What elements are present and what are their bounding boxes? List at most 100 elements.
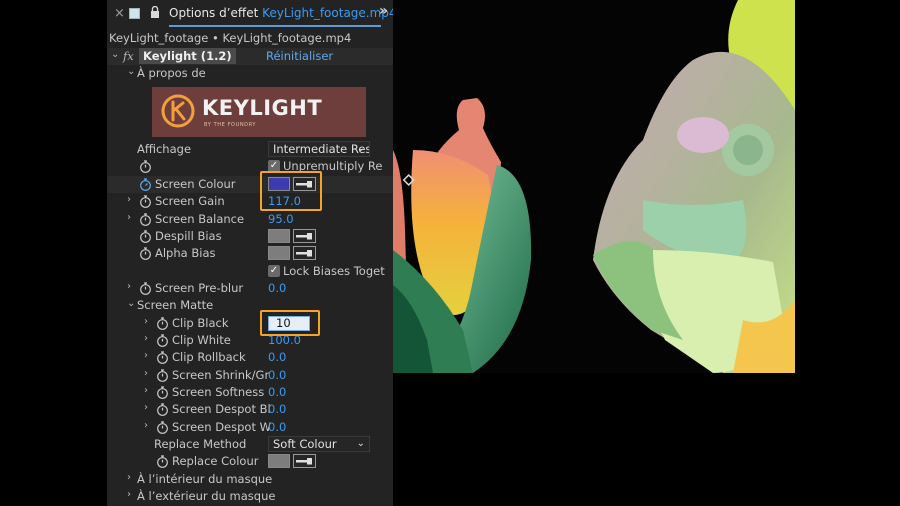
stopwatch-icon[interactable]	[139, 282, 152, 295]
stopwatch-icon[interactable]	[139, 160, 152, 173]
chevron-right-icon[interactable]: ›	[144, 350, 148, 361]
despill-bias-label: Despill Bias	[155, 229, 222, 243]
affichage-label: Affichage	[137, 142, 192, 156]
screen-preblur-value[interactable]: 0.0	[268, 281, 286, 295]
screen-softness-value[interactable]: 0.0	[268, 385, 286, 399]
fx-icon[interactable]: fx	[123, 49, 134, 63]
unpremultiply-row: ✓ Unpremultiply Re	[107, 158, 393, 175]
keylight-logo-subtext: BY THE FOUNDRY	[204, 122, 257, 128]
affichage-dropdown[interactable]: Intermediate Res ⌄	[268, 141, 370, 157]
about-row[interactable]: ⌄ À propos de	[107, 65, 393, 82]
about-label: À propos de	[137, 66, 206, 80]
stopwatch-icon[interactable]	[156, 351, 169, 364]
lock-biases-label: Lock Biases Toget	[283, 264, 385, 278]
affichage-value: Intermediate Res	[273, 142, 370, 156]
screen-matte-row[interactable]: ⌄ Screen Matte	[107, 297, 393, 314]
replace-method-value: Soft Colour	[273, 437, 337, 451]
inside-mask-label: À l’intérieur du masque	[137, 472, 273, 486]
screen-shrink-label: Screen Shrink/Gr	[172, 368, 270, 382]
screen-colour-row: Screen Colour	[107, 176, 393, 193]
screen-matte-label: Screen Matte	[137, 298, 214, 312]
clip-black-row: › Clip Black	[107, 315, 393, 332]
chevron-right-icon[interactable]: ›	[127, 472, 131, 483]
clip-rollback-label: Clip Rollback	[172, 350, 246, 364]
clip-white-row: › Clip White 100.0	[107, 332, 393, 349]
screen-despot-black-value[interactable]: 0.0	[268, 402, 286, 416]
despill-bias-swatch[interactable]	[268, 229, 290, 243]
eyedropper-icon[interactable]	[293, 229, 316, 243]
chevron-right-icon[interactable]: ›	[144, 420, 148, 431]
stopwatch-icon[interactable]	[156, 421, 169, 434]
alpha-bias-label: Alpha Bias	[155, 246, 216, 260]
stopwatch-icon[interactable]	[156, 334, 169, 347]
chevron-right-icon[interactable]: ›	[127, 212, 131, 223]
double-chevron-right-icon[interactable]: »	[379, 3, 388, 19]
chevron-right-icon[interactable]: ›	[144, 316, 148, 327]
keylight-logo-mark-icon	[161, 94, 195, 128]
screen-shrink-row: › Screen Shrink/Gr 0.0	[107, 367, 393, 384]
keylight-logo: KEYLIGHT BY THE FOUNDRY	[152, 87, 366, 137]
stopwatch-icon[interactable]	[139, 178, 152, 191]
chevron-right-icon[interactable]: ›	[127, 194, 131, 205]
eyedropper-icon[interactable]	[293, 246, 316, 260]
layer-path-bar: KeyLight_footage • KeyLight_footage.mp4	[107, 29, 393, 47]
screen-softness-label: Screen Softness	[172, 385, 265, 399]
panel-tab-title[interactable]: Options d’effet KeyLight_footage.mp4	[169, 6, 393, 20]
stopwatch-icon[interactable]	[156, 317, 169, 330]
chevron-down-icon: ⌄	[356, 143, 365, 154]
clip-white-label: Clip White	[172, 333, 231, 347]
panel-tab-file: KeyLight_footage.mp4	[262, 6, 393, 20]
stopwatch-icon[interactable]	[156, 455, 169, 468]
stopwatch-icon[interactable]	[139, 195, 152, 208]
highlight-callout-screen-colour	[260, 171, 322, 211]
lock-icon[interactable]	[150, 6, 160, 18]
screen-balance-row: › Screen Balance 95.0	[107, 211, 393, 228]
clip-rollback-row: › Clip Rollback 0.0	[107, 349, 393, 366]
effect-header-row[interactable]: ⌄ fx Keylight (1.2) Réinitialiser	[107, 48, 393, 65]
chevron-down-icon[interactable]: ⌄	[127, 66, 135, 77]
chevron-right-icon[interactable]: ›	[144, 333, 148, 344]
screen-balance-value[interactable]: 95.0	[268, 212, 294, 226]
screen-gain-row: › Screen Gain 117.0	[107, 193, 393, 210]
clip-rollback-value[interactable]: 0.0	[268, 350, 286, 364]
screen-despot-white-label: Screen Despot W	[172, 420, 271, 434]
chevron-right-icon[interactable]: ›	[144, 368, 148, 379]
chevron-right-icon[interactable]: ›	[144, 402, 148, 413]
effect-name[interactable]: Keylight (1.2)	[139, 48, 236, 64]
lock-biases-checkbox[interactable]: ✓	[268, 265, 280, 277]
stopwatch-icon[interactable]	[139, 247, 152, 260]
alpha-bias-swatch[interactable]	[268, 246, 290, 260]
stopwatch-icon[interactable]	[139, 230, 152, 243]
affichage-row: Affichage Intermediate Res ⌄	[107, 141, 393, 158]
chevron-down-icon[interactable]: ⌄	[127, 298, 135, 309]
close-icon[interactable]: ×	[114, 6, 125, 21]
chevron-right-icon[interactable]: ›	[127, 281, 131, 292]
screen-despot-white-value[interactable]: 0.0	[268, 420, 286, 434]
outside-mask-row[interactable]: › À l’extérieur du masque	[107, 488, 393, 505]
replace-colour-swatch[interactable]	[268, 454, 290, 468]
stopwatch-icon[interactable]	[156, 386, 169, 399]
chevron-right-icon[interactable]: ›	[127, 489, 131, 500]
highlight-callout-clip-black	[260, 310, 320, 336]
screen-despot-black-label: Screen Despot Bl	[172, 402, 271, 416]
application-window: × Options d’effet KeyLight_footage.mp4 »…	[0, 0, 900, 506]
alpha-bias-row: Alpha Bias	[107, 245, 393, 262]
screen-softness-row: › Screen Softness 0.0	[107, 384, 393, 401]
eyedropper-icon[interactable]	[293, 454, 316, 468]
chevron-down-icon[interactable]: ⌄	[111, 49, 119, 60]
layer-path: KeyLight_footage • KeyLight_footage.mp4	[109, 31, 352, 45]
inside-mask-row[interactable]: › À l’intérieur du masque	[107, 471, 393, 488]
chevron-down-icon: ⌄	[356, 438, 365, 449]
replace-method-dropdown[interactable]: Soft Colour ⌄	[268, 436, 370, 452]
stopwatch-icon[interactable]	[139, 213, 152, 226]
replace-method-row: Replace Method Soft Colour ⌄	[107, 436, 393, 453]
screen-gain-label: Screen Gain	[155, 194, 225, 208]
reset-link[interactable]: Réinitialiser	[266, 49, 333, 63]
chevron-right-icon[interactable]: ›	[144, 385, 148, 396]
screen-shrink-value[interactable]: 0.0	[268, 368, 286, 382]
stopwatch-icon[interactable]	[156, 369, 169, 382]
composition-viewer[interactable]	[393, 0, 795, 373]
panel-menu-icon[interactable]	[129, 8, 140, 19]
stopwatch-icon[interactable]	[156, 403, 169, 416]
viewer-pasteboard	[393, 373, 795, 506]
